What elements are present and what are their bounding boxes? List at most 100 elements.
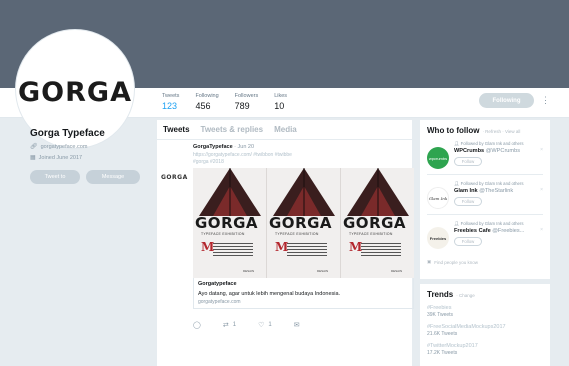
suggestion-followed-by: 👤︎ Followed by Glam Ink and others — [454, 141, 524, 146]
stat-value: 123 — [162, 101, 178, 111]
reply-action[interactable]: ◯ — [193, 321, 201, 329]
poster-panel: GORGA TYPEFACE EXHIBITION M DESAIN — [267, 168, 341, 278]
message-button[interactable]: Message — [86, 170, 140, 184]
who-to-follow-meta[interactable]: · Refresh · View all — [482, 129, 520, 134]
divider — [427, 214, 543, 215]
suggestion-info: 👤︎ Followed by Glam Ink and others Freeb… — [454, 221, 524, 246]
trend-name: #TwitterMockup2017 — [427, 343, 478, 349]
following-button[interactable]: Following — [479, 93, 534, 108]
message-action[interactable]: ✉︎ — [294, 321, 300, 329]
suggestion-avatar[interactable]: Glam Ink — [427, 187, 449, 209]
trend-item[interactable]: #Freebies 39K Tweets — [427, 305, 543, 318]
tab-tweets-replies[interactable]: Tweets & replies — [201, 125, 264, 134]
follow-button[interactable]: Follow — [454, 197, 482, 206]
trend-name: #FreeSocialMediaMockups2017 — [427, 324, 506, 330]
poster-subtitle: TYPEFACE EXHIBITION — [201, 232, 245, 236]
timeline-tabs: Tweets Tweets & replies Media — [157, 120, 412, 140]
trend-count: 21.6K Tweets — [427, 331, 458, 337]
like-action[interactable]: ♡ 1 — [258, 321, 272, 329]
suggestion-avatar-text: Freebies — [429, 235, 447, 241]
tweet-link[interactable]: https://gorgatypeface.com/ #twibbon #twi… — [193, 152, 406, 158]
poster-footer: DESAIN — [243, 269, 255, 273]
stat-following[interactable]: Following 456 — [195, 93, 218, 111]
tab-media[interactable]: Media — [274, 125, 297, 134]
follow-button[interactable]: Follow — [454, 237, 482, 246]
who-to-follow-title: Who to follow — [427, 126, 480, 135]
stat-tweets[interactable]: Tweets 123 — [162, 93, 179, 111]
stat-label: Following — [195, 93, 219, 99]
poster-title: GORGA — [343, 214, 407, 232]
card-title: Gorgatypeface — [198, 281, 237, 287]
suggestion-avatar[interactable]: Freebies — [427, 227, 449, 249]
suggestion-item: wpcrumbs 👤︎ Followed by Glam Ink and oth… — [427, 141, 543, 169]
trend-item[interactable]: #TwitterMockup2017 17.2K Tweets — [427, 343, 543, 356]
suggestion-item: Freebies 👤︎ Followed by Glam Ink and oth… — [427, 221, 543, 249]
trends-panel: Trends · Change #Freebies 39K Tweets #Fr… — [420, 284, 550, 366]
suggestion-name[interactable]: Freebies Cafe @Freebies... — [454, 228, 524, 234]
tweet-date[interactable]: · Jun 20 — [233, 144, 254, 150]
tweet-image[interactable]: GORGA TYPEFACE EXHIBITION M DESAIN GORGA… — [193, 168, 414, 278]
retweet-action[interactable]: ⇄ 1 — [223, 321, 236, 329]
dismiss-icon[interactable]: × — [540, 147, 543, 153]
stat-label: Tweets — [162, 93, 180, 99]
calendar-icon: ▦ — [30, 155, 36, 161]
card-description: Ayo datang, agar untuk lebih mengenal bu… — [198, 291, 341, 297]
more-options-icon[interactable]: ⋮ — [541, 95, 550, 106]
timeline: Tweets Tweets & replies Media GORGA Gorg… — [157, 120, 414, 366]
divider — [427, 174, 543, 175]
poster-text-lines — [287, 243, 327, 258]
dismiss-icon[interactable]: × — [540, 227, 543, 233]
stat-value: 10 — [274, 101, 285, 111]
poster-title: GORGA — [269, 214, 333, 232]
trend-item[interactable]: #FreeSocialMediaMockups2017 21.6K Tweets — [427, 324, 543, 337]
poster-footer: DESAIN — [391, 269, 403, 273]
dismiss-icon[interactable]: × — [540, 187, 543, 193]
suggestion-avatar[interactable]: wpcrumbs — [427, 147, 449, 169]
website-link[interactable]: gorgatypeface.com — [41, 144, 88, 150]
tab-tweets[interactable]: Tweets — [163, 125, 190, 134]
suggestion-name[interactable]: Glam Ink @TheStarlink — [454, 188, 524, 194]
suggestion-avatar-text: wpcrumbs — [428, 155, 448, 161]
who-to-follow-panel: Who to follow · Refresh · View all wpcru… — [420, 120, 550, 279]
poster-subtitle: TYPEFACE EXHIBITION — [349, 232, 393, 236]
retweet-count: 1 — [232, 322, 237, 328]
profile-stats: Tweets 123 Following 456 Followers 789 L… — [162, 93, 303, 111]
trend-name: #Freebies — [427, 305, 452, 311]
find-people-link[interactable]: ▣ Find people you know — [427, 259, 543, 265]
suggestion-name[interactable]: WPCrumbs @WPCrumbs — [454, 148, 524, 154]
suggestion-info: 👤︎ Followed by Glam Ink and others Glam … — [454, 181, 524, 206]
suggestion-item: Glam Ink 👤︎ Followed by Glam Ink and oth… — [427, 181, 543, 209]
heart-icon: ♡ — [258, 322, 265, 329]
poster-text-lines — [361, 243, 401, 258]
trend-count: 39K Tweets — [427, 312, 454, 318]
trends-change-link[interactable]: · Change — [456, 293, 475, 298]
suggestion-followed-by: 👤︎ Followed by Glam Ink and others — [454, 181, 524, 186]
poster-title: GORGA — [195, 214, 259, 232]
tweet-body: GorgaTypeface · Jun 20 https://gorgatype… — [193, 144, 414, 329]
profile-card: Gorga Typeface 🔗︎ gorgatypeface.com ▦ Jo… — [30, 128, 150, 184]
follow-button[interactable]: Follow — [454, 157, 482, 166]
trends-heading: Trends · Change — [427, 290, 543, 299]
envelope-icon: ✉︎ — [293, 322, 300, 329]
stat-likes[interactable]: Likes 10 — [274, 93, 287, 111]
tweet-actions: ◯ ⇄ 1 ♡ 1 ✉︎ — [193, 321, 406, 329]
stat-value: 456 — [195, 101, 211, 111]
stat-label: Likes — [274, 93, 288, 99]
tweet-hashtags[interactable]: #gorga #2018 — [193, 159, 406, 165]
suggestion-avatar-text: Glam Ink — [428, 195, 448, 201]
card-url: gorgatypeface.com — [198, 299, 241, 305]
reply-icon: ◯ — [193, 322, 201, 329]
poster-footer: DESAIN — [317, 269, 329, 273]
poster-panel: GORGA TYPEFACE EXHIBITION M DESAIN — [341, 168, 414, 278]
tweet-author[interactable]: GorgaTypeface — [193, 144, 233, 150]
profile-joined: ▦ Joined June 2017 — [30, 154, 150, 162]
stat-label: Followers — [234, 93, 259, 99]
retweet-icon: ⇄ — [222, 322, 229, 329]
tweet-item[interactable]: GORGA GorgaTypeface · Jun 20 https://gor… — [157, 140, 414, 333]
tweet-to-button[interactable]: Tweet to — [30, 170, 80, 184]
stat-followers[interactable]: Followers 789 — [235, 93, 259, 111]
tweet-avatar[interactable]: GORGA — [161, 174, 188, 181]
link-card[interactable]: Gorgatypeface Ayo datang, agar untuk leb… — [193, 278, 414, 309]
joined-date: Joined June 2017 — [38, 154, 83, 161]
profile-buttons: Tweet to Message — [30, 170, 150, 184]
